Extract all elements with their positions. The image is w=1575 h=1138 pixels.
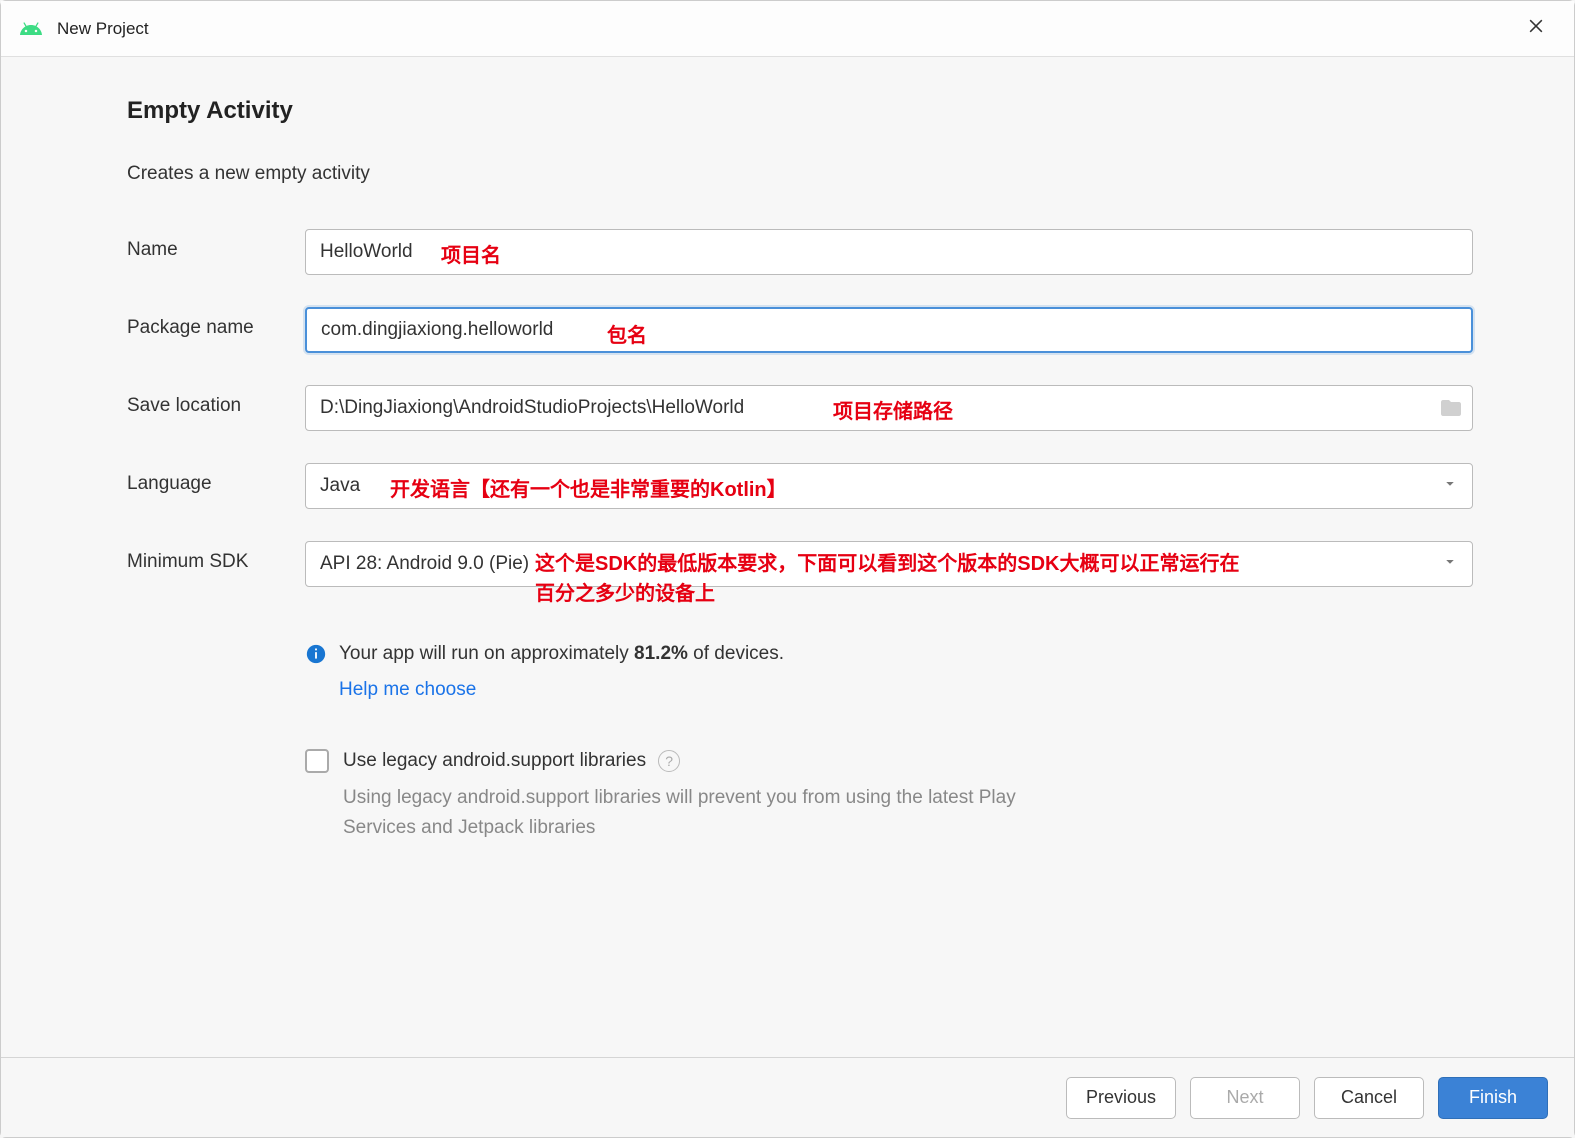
sdk-info-text: Your app will run on approximately 81.2%… [339, 643, 784, 665]
min-sdk-select[interactable]: API 28: Android 9.0 (Pie) [305, 541, 1473, 587]
legacy-checkbox-row: Use legacy android.support libraries ? U… [305, 749, 1473, 844]
page-subtitle: Creates a new empty activity [127, 163, 1484, 185]
language-label: Language [127, 463, 305, 495]
cancel-button[interactable]: Cancel [1314, 1077, 1424, 1119]
android-icon [19, 17, 43, 41]
package-label: Package name [127, 307, 305, 339]
help-icon[interactable]: ? [658, 750, 680, 772]
titlebar: New Project [1, 1, 1574, 57]
form-row-save-location: Save location 项目存储路径 [127, 385, 1484, 431]
name-label: Name [127, 229, 305, 261]
previous-button[interactable]: Previous [1066, 1077, 1176, 1119]
save-location-input[interactable] [305, 385, 1473, 431]
sdk-info-line: Your app will run on approximately 81.2%… [305, 643, 1473, 665]
page-heading: Empty Activity [127, 97, 1484, 125]
next-button: Next [1190, 1077, 1300, 1119]
name-input[interactable] [305, 229, 1473, 275]
language-select[interactable]: Java [305, 463, 1473, 509]
legacy-desc: Using legacy android.support libraries w… [343, 783, 1023, 844]
save-location-label: Save location [127, 385, 305, 417]
help-me-choose-link[interactable]: Help me choose [339, 679, 476, 701]
form-row-language: Language Java 开发语言【还有一个也是非常重要的Kotlin】 [127, 463, 1484, 509]
content-area: Empty Activity Creates a new empty activ… [1, 57, 1574, 1057]
info-icon [305, 643, 327, 665]
legacy-checkbox[interactable] [305, 749, 329, 773]
window-title: New Project [57, 19, 1516, 39]
language-value: Java [320, 475, 360, 497]
form-row-name: Name 项目名 [127, 229, 1484, 275]
folder-icon[interactable] [1439, 396, 1463, 420]
min-sdk-label: Minimum SDK [127, 541, 305, 573]
form-row-min-sdk: Minimum SDK API 28: Android 9.0 (Pie) 这个… [127, 541, 1484, 844]
min-sdk-value: API 28: Android 9.0 (Pie) [320, 553, 529, 575]
finish-button[interactable]: Finish [1438, 1077, 1548, 1119]
package-input[interactable] [305, 307, 1473, 353]
form-row-package: Package name 包名 [127, 307, 1484, 353]
new-project-dialog: New Project Empty Activity Creates a new… [0, 0, 1575, 1138]
legacy-checkbox-label: Use legacy android.support libraries [343, 750, 646, 772]
close-icon[interactable] [1516, 11, 1556, 47]
button-bar: Previous Next Cancel Finish [1, 1057, 1574, 1137]
